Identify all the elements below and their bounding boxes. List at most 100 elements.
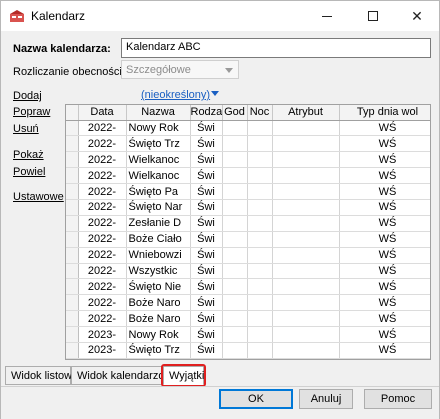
row-selector[interactable] <box>66 215 79 232</box>
cell-name[interactable]: Wielkanoc <box>126 358 191 359</box>
cell-name[interactable]: Święto Trz <box>126 342 191 359</box>
show-button[interactable]: Pokaż <box>13 149 44 161</box>
row-selector[interactable] <box>66 294 79 312</box>
table-row[interactable]: 2022- Boże Ciało Świ WŚ <box>66 231 430 248</box>
row-selector[interactable] <box>66 278 79 296</box>
attendance-select[interactable]: Szczegółowe <box>121 60 239 79</box>
cell-name[interactable]: Święto Pa <box>126 183 191 200</box>
cell-kind[interactable]: Świ <box>190 167 223 185</box>
cell-night[interactable] <box>247 151 273 169</box>
table-row[interactable]: 2022- Wszystkic Świ WŚ <box>66 263 430 280</box>
cell-attribute[interactable] <box>272 294 340 312</box>
cell-hours[interactable] <box>222 167 248 185</box>
cell-kind[interactable]: Świ <box>190 342 223 359</box>
cell-night[interactable] <box>247 231 273 248</box>
cell-date[interactable]: 2022- <box>78 151 127 169</box>
cell-name[interactable]: Boże Naro <box>126 294 191 312</box>
cell-name[interactable]: Nowy Rok <box>126 120 191 137</box>
cell-night[interactable] <box>247 326 273 343</box>
row-selector[interactable] <box>66 199 79 216</box>
filter-dropdown-icon[interactable] <box>211 91 219 96</box>
cell-day-off-type[interactable]: WŚ <box>339 199 430 216</box>
cancel-button[interactable]: Anuluj <box>299 389 353 409</box>
cell-day-off-type[interactable]: WŚ <box>339 151 430 169</box>
row-selector[interactable] <box>66 310 79 328</box>
cell-date[interactable]: 2022- <box>78 294 127 312</box>
cell-kind[interactable]: Świ <box>190 215 223 232</box>
column-header-day-off-type[interactable]: Typ dnia wol <box>339 105 430 121</box>
ok-button[interactable]: OK <box>219 389 293 409</box>
cell-name[interactable]: Wniebowzi <box>126 247 191 264</box>
cell-hours[interactable] <box>222 183 248 200</box>
row-selector[interactable] <box>66 342 79 359</box>
cell-night[interactable] <box>247 135 273 153</box>
cell-hours[interactable] <box>222 310 248 328</box>
cell-day-off-type[interactable]: WŚ <box>339 294 430 312</box>
cell-day-off-type[interactable]: WŚ <box>339 358 430 359</box>
cell-attribute[interactable] <box>272 151 340 169</box>
row-selector[interactable] <box>66 135 79 153</box>
cell-name[interactable]: Boże Naro <box>126 310 191 328</box>
cell-night[interactable] <box>247 199 273 216</box>
cell-attribute[interactable] <box>272 326 340 343</box>
cell-name[interactable]: Boże Ciało <box>126 231 191 248</box>
cell-attribute[interactable] <box>272 167 340 185</box>
table-row[interactable]: 2023- Nowy Rok Świ WŚ <box>66 326 430 343</box>
row-selector[interactable] <box>66 167 79 185</box>
row-selector[interactable] <box>66 120 79 137</box>
cell-day-off-type[interactable]: WŚ <box>339 183 430 200</box>
cell-kind[interactable]: Świ <box>190 183 223 200</box>
tab-calendar-view[interactable]: Widok kalendarzowy <box>71 366 178 385</box>
cell-day-off-type[interactable]: WŚ <box>339 167 430 185</box>
cell-day-off-type[interactable]: WŚ <box>339 310 430 328</box>
table-row[interactable]: 2022- Wniebowzi Świ WŚ <box>66 247 430 264</box>
cell-date[interactable]: 2022- <box>78 231 127 248</box>
table-row[interactable]: 2022- Święto Nar Świ WŚ <box>66 199 430 216</box>
cell-kind[interactable]: Świ <box>190 358 223 359</box>
cell-attribute[interactable] <box>272 135 340 153</box>
table-row[interactable]: 2022- Boże Naro Świ WŚ <box>66 294 430 312</box>
cell-day-off-type[interactable]: WŚ <box>339 231 430 248</box>
cell-name[interactable]: Święto Nar <box>126 199 191 216</box>
column-header-kind[interactable]: Rodza <box>190 105 223 121</box>
maximize-button[interactable] <box>351 1 395 31</box>
cell-date[interactable]: 2022- <box>78 183 127 200</box>
delete-button[interactable]: Usuń <box>13 123 39 135</box>
cell-name[interactable]: Wszystkic <box>126 263 191 280</box>
cell-night[interactable] <box>247 183 273 200</box>
table-row[interactable]: 2022- Wielkanoc Świ WŚ <box>66 167 430 185</box>
cell-attribute[interactable] <box>272 215 340 232</box>
cell-day-off-type[interactable]: WŚ <box>339 247 430 264</box>
cell-date[interactable]: 2022- <box>78 215 127 232</box>
cell-date[interactable]: 2022- <box>78 263 127 280</box>
table-row[interactable]: 2022- Boże Naro Świ WŚ <box>66 310 430 328</box>
row-selector[interactable] <box>66 247 79 264</box>
cell-date[interactable]: 2022- <box>78 135 127 153</box>
column-header-attribute[interactable]: Atrybut <box>272 105 340 121</box>
cell-day-off-type[interactable]: WŚ <box>339 278 430 296</box>
cell-date[interactable]: 2023- <box>78 342 127 359</box>
cell-hours[interactable] <box>222 294 248 312</box>
cell-date[interactable]: 2022- <box>78 120 127 137</box>
cell-day-off-type[interactable]: WŚ <box>339 342 430 359</box>
duplicate-button[interactable]: Powiel <box>13 166 45 178</box>
row-selector[interactable] <box>66 358 79 359</box>
minimize-button[interactable] <box>305 1 349 31</box>
table-row[interactable]: 2022- Święto Nie Świ WŚ <box>66 278 430 296</box>
cell-night[interactable] <box>247 310 273 328</box>
cell-night[interactable] <box>247 167 273 185</box>
cell-attribute[interactable] <box>272 342 340 359</box>
cell-kind[interactable]: Świ <box>190 310 223 328</box>
cell-night[interactable] <box>247 294 273 312</box>
table-row[interactable]: 2023-WielkanocŚwi WŚ <box>66 358 430 359</box>
cell-day-off-type[interactable]: WŚ <box>339 263 430 280</box>
cell-name[interactable]: Wielkanoc <box>126 167 191 185</box>
cell-day-off-type[interactable]: WŚ <box>339 135 430 153</box>
cell-night[interactable] <box>247 263 273 280</box>
table-row[interactable]: 2022- Zesłanie D Świ WŚ <box>66 215 430 232</box>
cell-hours[interactable] <box>222 215 248 232</box>
cell-day-off-type[interactable]: WŚ <box>339 120 430 137</box>
cell-hours[interactable] <box>222 231 248 248</box>
add-button[interactable]: Dodaj <box>13 90 42 102</box>
column-header-date[interactable]: Data <box>78 105 127 121</box>
